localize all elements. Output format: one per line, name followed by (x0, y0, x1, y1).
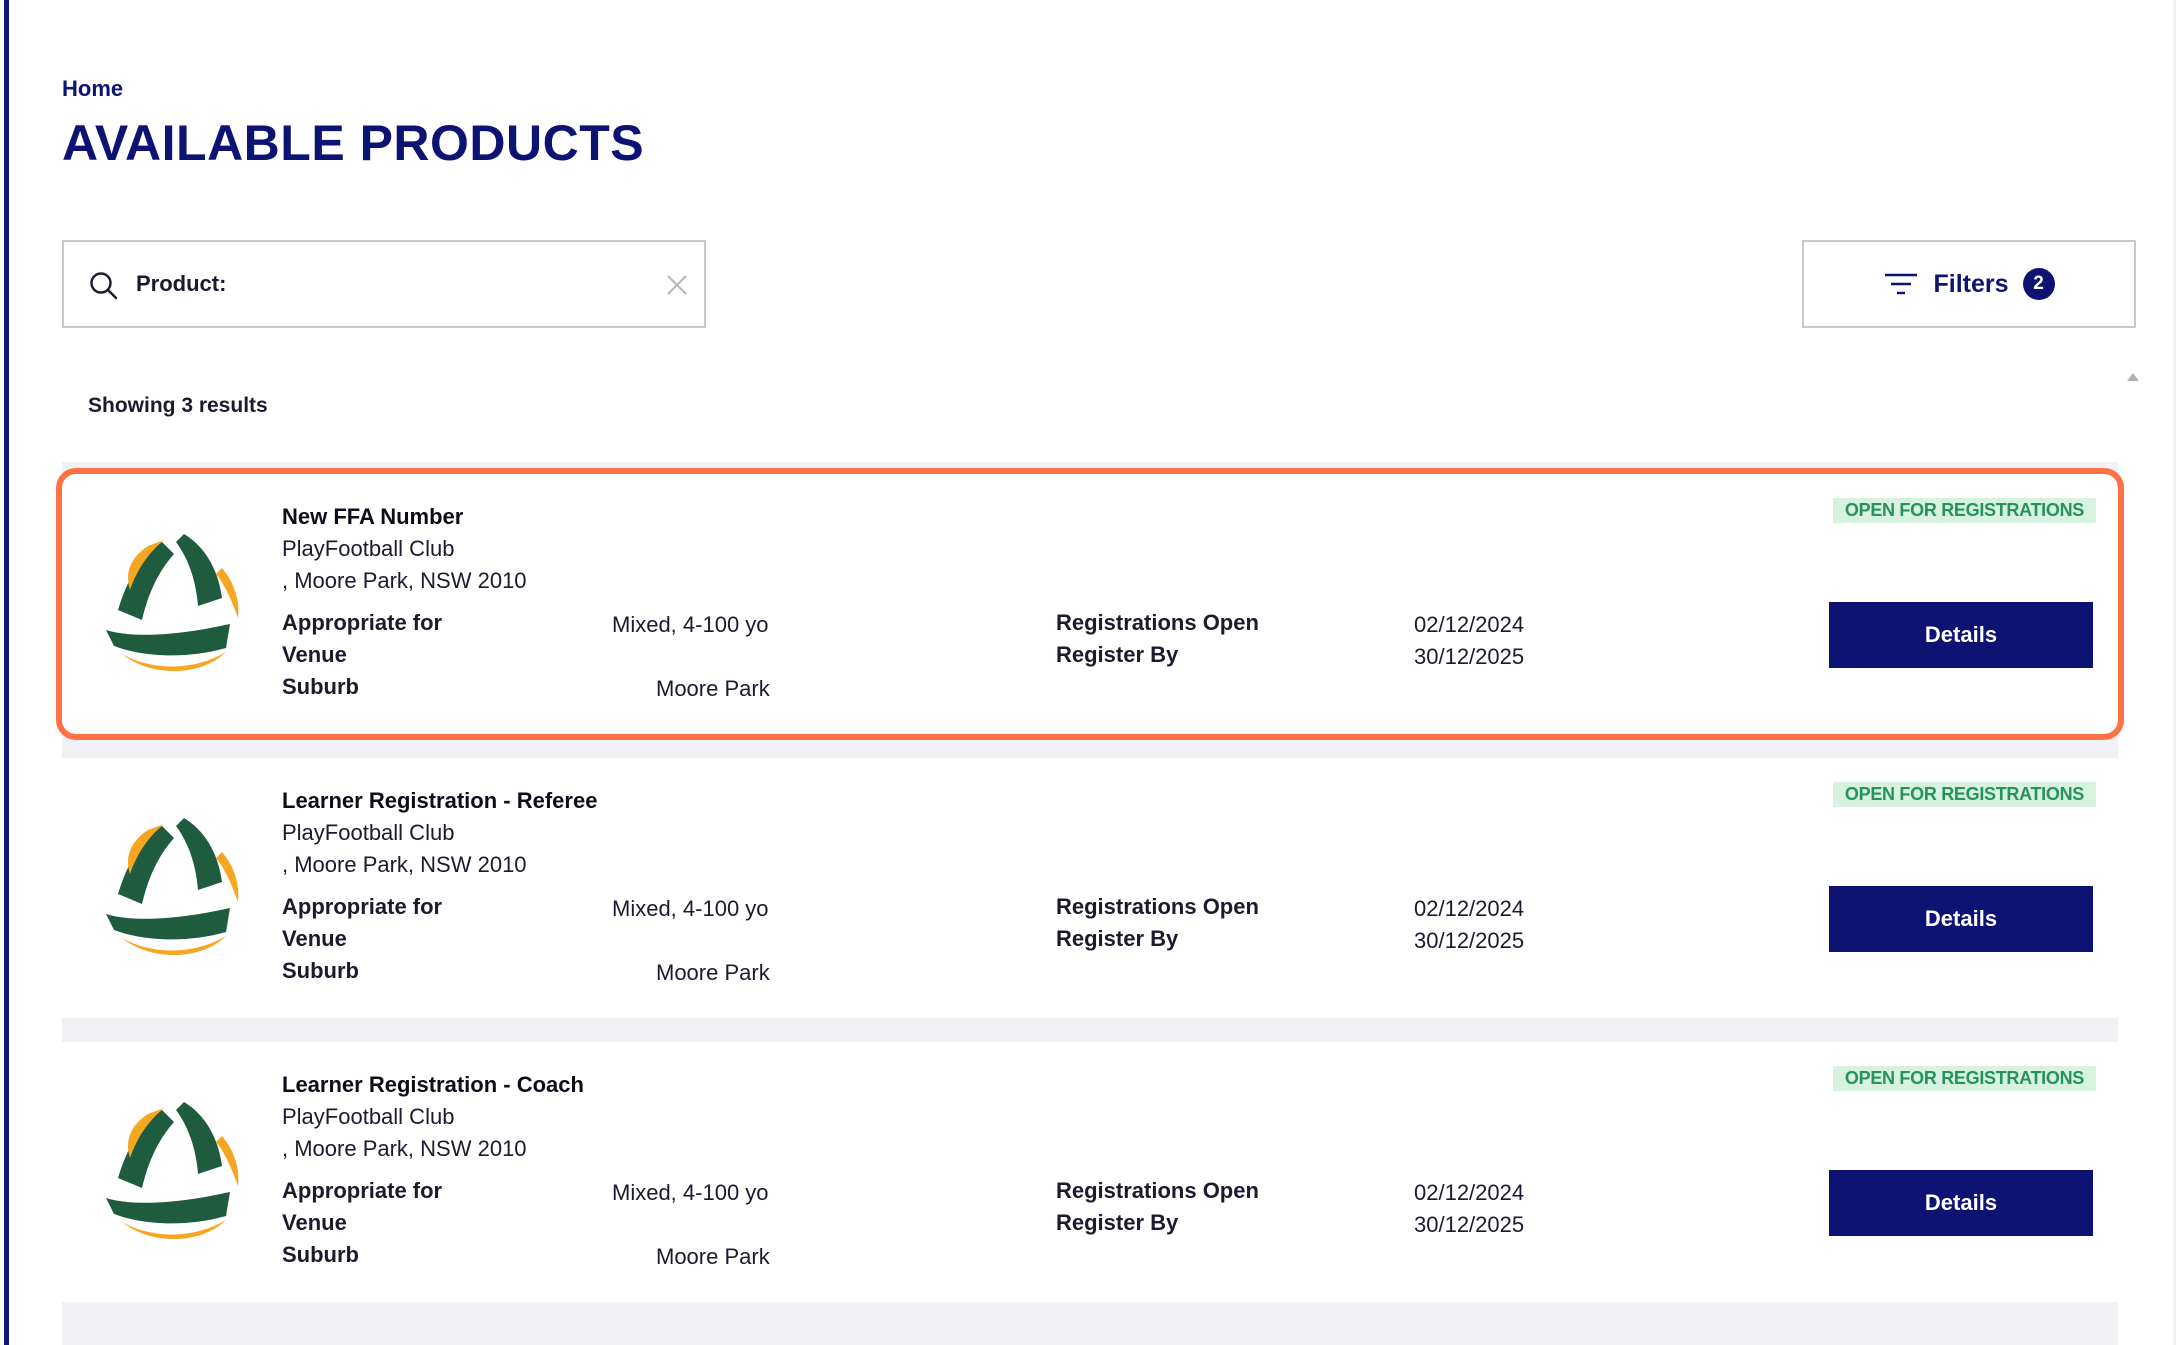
close-icon[interactable] (664, 272, 690, 298)
register-by-label: Register By (1056, 1210, 1179, 1235)
search-icon (90, 272, 118, 300)
venue-label: Venue (282, 926, 347, 951)
page-title: AVAILABLE PRODUCTS (62, 115, 645, 171)
registrations-open-date: 02/12/2024 (1414, 612, 1525, 637)
product-club: PlayFootball Club (282, 820, 455, 845)
products-page: Home AVAILABLE PRODUCTS Filters 2 Showin… (56, 0, 2139, 1345)
product-card-learner-referee[interactable]: Learner Registration - Referee PlayFootb… (62, 758, 2118, 1018)
suburb-label: Suburb (282, 1242, 359, 1267)
venue-label: Venue (282, 1210, 347, 1235)
football-australia-logo-icon (106, 818, 239, 956)
filters-button[interactable]: Filters 2 (1802, 240, 2136, 328)
register-by-label: Register By (1056, 642, 1179, 667)
product-address: , Moore Park, NSW 2010 (282, 1136, 527, 1161)
registrations-open-label: Registrations Open (1056, 1178, 1259, 1203)
appropriate-for-label: Appropriate for (282, 610, 443, 635)
venue-label: Venue (282, 642, 347, 667)
suburb-value: Moore Park (656, 960, 770, 985)
left-border (4, 0, 9, 1345)
details-button[interactable]: Details (1829, 886, 2093, 952)
suburb-label: Suburb (282, 674, 359, 699)
filters-label: Filters (1933, 269, 2009, 298)
product-card-new-ffa-number[interactable]: New FFA Number PlayFootball Club , Moore… (56, 468, 2124, 740)
football-australia-logo-icon (106, 1102, 239, 1240)
product-club: PlayFootball Club (282, 536, 455, 561)
appropriate-for-value: Mixed, 4-100 yo (612, 896, 769, 921)
registrations-open-date: 02/12/2024 (1414, 1180, 1525, 1205)
results-count: Showing 3 results (88, 394, 268, 417)
details-button[interactable]: Details (1829, 1170, 2093, 1236)
suburb-label: Suburb (282, 958, 359, 983)
product-search-input[interactable] (136, 262, 616, 306)
filters-count-badge: 2 (2022, 268, 2055, 300)
search-box (62, 240, 706, 328)
product-address: , Moore Park, NSW 2010 (282, 568, 527, 593)
product-title: Learner Registration - Coach (282, 1072, 584, 1097)
product-title: New FFA Number (282, 504, 464, 529)
status-badge: OPEN FOR REGISTRATIONS (1832, 1066, 2096, 1091)
football-australia-logo-icon (106, 534, 239, 672)
window-edge (2172, 0, 2176, 1345)
scroll-up-arrow-icon[interactable] (2126, 372, 2140, 382)
product-title: Learner Registration - Referee (282, 788, 598, 813)
status-badge: OPEN FOR REGISTRATIONS (1832, 782, 2096, 807)
suburb-value: Moore Park (656, 1244, 770, 1269)
register-by-date: 30/12/2025 (1414, 928, 1525, 953)
product-card-learner-coach[interactable]: Learner Registration - Coach PlayFootbal… (62, 1042, 2118, 1302)
results-panel: Showing 3 results New FFA Number PlayFoo… (56, 362, 2124, 1345)
appropriate-for-value: Mixed, 4-100 yo (612, 612, 769, 637)
filter-icon (1885, 273, 1918, 295)
product-address: , Moore Park, NSW 2010 (282, 852, 527, 877)
register-by-date: 30/12/2025 (1414, 644, 1525, 669)
appropriate-for-value: Mixed, 4-100 yo (612, 1180, 769, 1205)
results-header: Showing 3 results (62, 362, 2118, 462)
appropriate-for-label: Appropriate for (282, 894, 443, 919)
appropriate-for-label: Appropriate for (282, 1178, 443, 1203)
status-badge: OPEN FOR REGISTRATIONS (1832, 498, 2096, 523)
product-club: PlayFootball Club (282, 1104, 455, 1129)
register-by-date: 30/12/2025 (1414, 1212, 1525, 1237)
breadcrumb-home[interactable]: Home (62, 76, 123, 102)
details-button[interactable]: Details (1829, 602, 2093, 668)
registrations-open-label: Registrations Open (1056, 894, 1259, 919)
suburb-value: Moore Park (656, 676, 770, 701)
register-by-label: Register By (1056, 926, 1179, 951)
registrations-open-date: 02/12/2024 (1414, 896, 1525, 921)
registrations-open-label: Registrations Open (1056, 610, 1259, 635)
